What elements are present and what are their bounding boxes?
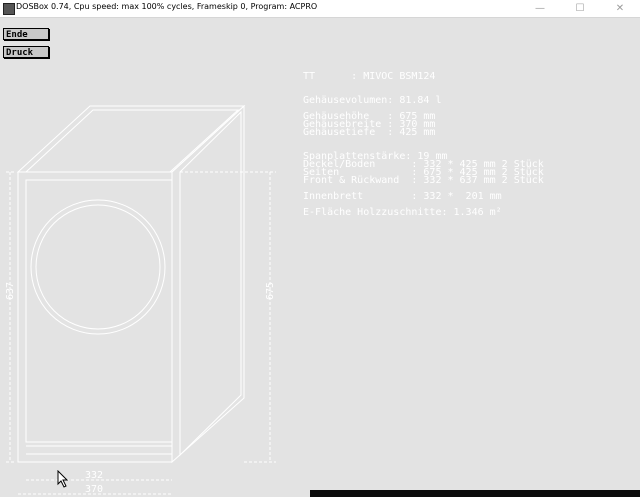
- cabinet-top-face: [16, 105, 246, 173]
- spec-flaeche: E-Fläche Holzzuschnitte: 1.346 m²: [303, 207, 502, 218]
- mouse-cursor-icon: [57, 470, 69, 488]
- spec-volume: Gehäusevolumen: 81.84 l: [303, 95, 442, 106]
- window-title: DOSBox 0.74, Cpu speed: max 100% cycles,…: [16, 2, 318, 11]
- dim-width-inner-label: 332: [85, 470, 103, 481]
- spec-tt: TT : MIVOC BSM124: [303, 71, 436, 82]
- spec-tiefe: Gehäusetiefe : 425 mm: [303, 127, 436, 138]
- dosbox-app-icon: [3, 3, 15, 15]
- cabinet-side-face: [171, 104, 245, 464]
- speaker-cabinet-drawing: 637 675 332 370: [5, 104, 276, 495]
- close-button[interactable]: ✕: [600, 0, 640, 17]
- dim-height-inner-label: 637: [5, 282, 16, 300]
- maximize-button[interactable]: ☐: [560, 0, 600, 17]
- taskbar-strip: [310, 490, 640, 497]
- spec-innenbrett: Innenbrett : 332 * 201 mm: [303, 191, 502, 202]
- title-bar: DOSBox 0.74, Cpu speed: max 100% cycles,…: [0, 0, 640, 18]
- dim-height-outer-label: 675: [265, 282, 276, 300]
- speaker-specs-panel: TT : MIVOC BSM124 Gehäusevolumen: 81.84 …: [303, 72, 544, 218]
- minimize-button[interactable]: —: [520, 0, 560, 17]
- dim-width-outer-label: 370: [85, 484, 103, 495]
- cabinet-front-face: [17, 171, 173, 463]
- speaker-cutout-outer: [30, 199, 166, 335]
- speaker-cutout-inner: [35, 204, 161, 330]
- spec-front: Front & Rückwand : 332 * 637 mm 2 Stück: [303, 175, 544, 186]
